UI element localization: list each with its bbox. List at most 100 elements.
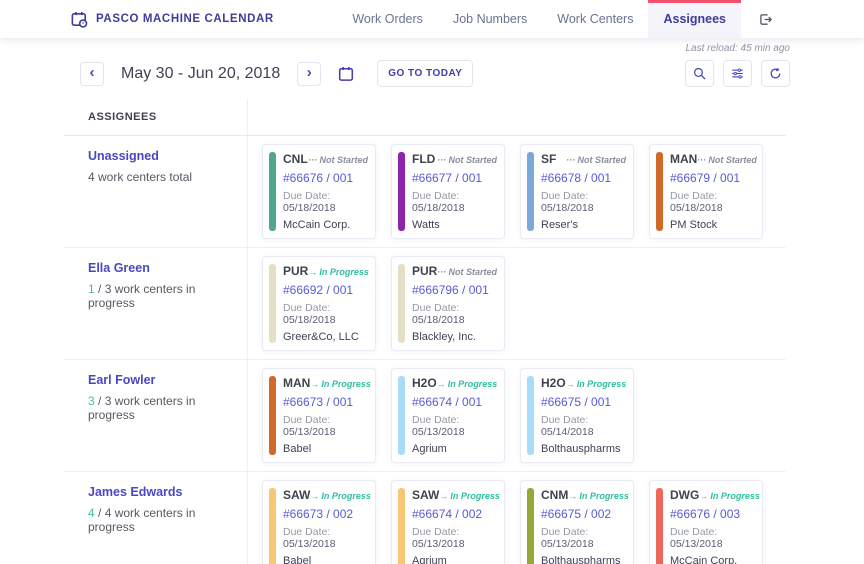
card-body: SAW →In Progress #66673 / 002 Due Date: … bbox=[283, 488, 368, 564]
card-color-bar bbox=[656, 488, 663, 564]
card-status: ···Not Started bbox=[437, 155, 497, 165]
job-number-link[interactable]: #66674 / 002 bbox=[412, 507, 497, 521]
job-number-link[interactable]: #66673 / 002 bbox=[283, 507, 368, 521]
company-name: McCain Corp. bbox=[283, 219, 368, 231]
prev-period-button[interactable]: ‹ bbox=[80, 62, 104, 86]
filter-button[interactable] bbox=[723, 60, 752, 87]
card-color-bar bbox=[269, 488, 276, 564]
tab-label: Assignees bbox=[663, 12, 726, 26]
assignee-name[interactable]: James Edwards bbox=[88, 485, 237, 499]
assignee-name[interactable]: Unassigned bbox=[88, 149, 237, 163]
grid-rows: Unassigned 4 work centers total CNL ···N… bbox=[64, 136, 786, 564]
assignee-cell: Earl Fowler 3 / 3 work centers in progre… bbox=[64, 360, 248, 471]
work-center-card[interactable]: H2O →In Progress #66674 / 001 Due Date: … bbox=[391, 368, 505, 463]
date-range-label: May 30 - Jun 20, 2018 bbox=[113, 65, 288, 83]
due-date-label: Due Date: bbox=[412, 526, 459, 538]
work-center-code: SF bbox=[541, 152, 556, 166]
app-title: PASCO MACHINE CALENDAR bbox=[96, 13, 274, 25]
card-color-bar bbox=[269, 152, 276, 231]
work-center-card[interactable]: MAN ···Not Started #66679 / 001 Due Date… bbox=[649, 144, 763, 239]
card-status: →In Progress bbox=[437, 379, 498, 389]
calendar-clock-logo-icon bbox=[70, 10, 89, 29]
due-date-value: 05/13/2018 bbox=[283, 538, 336, 550]
go-to-today-button[interactable]: GO TO TODAY bbox=[377, 60, 473, 87]
work-center-card[interactable]: CNM →In Progress #66675 / 002 Due Date: … bbox=[520, 480, 634, 564]
card-status: →In Progress bbox=[566, 379, 627, 389]
work-center-card[interactable]: SAW →In Progress #66673 / 002 Due Date: … bbox=[262, 480, 376, 564]
assignee-cell: Unassigned 4 work centers total bbox=[64, 136, 248, 247]
job-number-link[interactable]: #66673 / 001 bbox=[283, 395, 368, 409]
status-label: Not Started bbox=[448, 155, 497, 165]
work-center-card[interactable]: SAW →In Progress #66674 / 002 Due Date: … bbox=[391, 480, 505, 564]
work-center-code: CNM bbox=[541, 488, 568, 502]
work-center-card[interactable]: PUR →In Progress #66692 / 001 Due Date: … bbox=[262, 256, 376, 351]
work-center-code: MAN bbox=[283, 376, 310, 390]
work-center-card[interactable]: H2O →In Progress #66675 / 001 Due Date: … bbox=[520, 368, 634, 463]
job-number-link[interactable]: #66677 / 001 bbox=[412, 171, 497, 185]
job-number-link[interactable]: #66676 / 003 bbox=[670, 507, 755, 521]
work-center-card[interactable]: SF ···Not Started #66678 / 001 Due Date:… bbox=[520, 144, 634, 239]
tab-assignees[interactable]: Assignees bbox=[648, 0, 741, 38]
status-icon: ··· bbox=[308, 155, 317, 165]
status-label: In Progress bbox=[321, 491, 371, 501]
next-period-button[interactable]: › bbox=[297, 62, 321, 86]
work-center-card[interactable]: CNL ···Not Started #66676 / 001 Due Date… bbox=[262, 144, 376, 239]
due-date-label: Due Date: bbox=[541, 414, 588, 426]
due-date-value: 05/13/2018 bbox=[412, 538, 465, 550]
company-name: Watts bbox=[412, 219, 497, 231]
work-center-card[interactable]: PUR ···Not Started #666796 / 001 Due Dat… bbox=[391, 256, 505, 351]
tab-job-numbers[interactable]: Job Numbers bbox=[438, 0, 542, 38]
card-color-bar bbox=[398, 152, 405, 231]
due-date-line: Due Date: 05/18/2018 bbox=[670, 190, 755, 214]
work-center-card[interactable]: DWG →In Progress #66676 / 003 Due Date: … bbox=[649, 480, 763, 564]
assignee-subtitle: / 3 work centers in progress bbox=[88, 394, 195, 422]
card-body: H2O →In Progress #66674 / 001 Due Date: … bbox=[412, 376, 497, 455]
tab-work-centers[interactable]: Work Centers bbox=[542, 0, 648, 38]
work-center-card[interactable]: MAN →In Progress #66673 / 001 Due Date: … bbox=[262, 368, 376, 463]
job-number-link[interactable]: #66675 / 002 bbox=[541, 507, 626, 521]
due-date-value: 05/13/2018 bbox=[670, 538, 723, 550]
due-date-label: Due Date: bbox=[283, 414, 330, 426]
status-label: Not Started bbox=[319, 155, 368, 165]
card-body: SAW →In Progress #66674 / 002 Due Date: … bbox=[412, 488, 497, 564]
job-number-link[interactable]: #66676 / 001 bbox=[283, 171, 368, 185]
assignees-column-header: ASSIGNEES bbox=[64, 99, 248, 135]
due-date-line: Due Date: 05/18/2018 bbox=[283, 190, 368, 214]
job-number-link[interactable]: #66675 / 001 bbox=[541, 395, 626, 409]
job-number-link[interactable]: #666796 / 001 bbox=[412, 283, 497, 297]
job-number-link[interactable]: #66678 / 001 bbox=[541, 171, 626, 185]
assignee-name[interactable]: Ella Green bbox=[88, 261, 237, 275]
work-center-card[interactable]: FLD ···Not Started #66677 / 001 Due Date… bbox=[391, 144, 505, 239]
job-number-link[interactable]: #66692 / 001 bbox=[283, 283, 368, 297]
card-color-bar bbox=[398, 264, 405, 343]
reload-button[interactable] bbox=[761, 60, 790, 87]
assignee-progress-count: 4 bbox=[88, 506, 95, 520]
card-status: →In Progress bbox=[439, 491, 500, 501]
card-color-bar bbox=[527, 488, 534, 564]
work-center-code: DWG bbox=[670, 488, 699, 502]
due-date-line: Due Date: 05/18/2018 bbox=[283, 302, 368, 326]
company-name: Greer&Co, LLC bbox=[283, 331, 368, 343]
company-name: Babel bbox=[283, 555, 368, 564]
job-number-link[interactable]: #66679 / 001 bbox=[670, 171, 755, 185]
assignee-row: James Edwards 4 / 4 work centers in prog… bbox=[64, 472, 786, 564]
tab-label: Work Centers bbox=[557, 12, 633, 26]
search-button[interactable] bbox=[685, 60, 714, 87]
due-date-line: Due Date: 05/13/2018 bbox=[283, 526, 368, 550]
due-date-line: Due Date: 05/13/2018 bbox=[412, 414, 497, 438]
due-date-line: Due Date: 05/18/2018 bbox=[541, 190, 626, 214]
last-reload-text: Last reload: 45 min ago bbox=[80, 43, 790, 55]
status-label: In Progress bbox=[710, 491, 760, 501]
company-name: Bolthauspharms bbox=[541, 443, 626, 455]
card-body: PUR ···Not Started #666796 / 001 Due Dat… bbox=[412, 264, 497, 343]
open-datepicker-button[interactable] bbox=[334, 62, 358, 86]
status-icon: → bbox=[568, 491, 577, 501]
tab-work-orders[interactable]: Work Orders bbox=[337, 0, 438, 38]
due-date-label: Due Date: bbox=[412, 190, 459, 202]
card-body: FLD ···Not Started #66677 / 001 Due Date… bbox=[412, 152, 497, 231]
assignee-name[interactable]: Earl Fowler bbox=[88, 373, 237, 387]
job-number-link[interactable]: #66674 / 001 bbox=[412, 395, 497, 409]
status-label: Not Started bbox=[577, 155, 626, 165]
logout-button[interactable] bbox=[757, 0, 774, 38]
due-date-value: 05/18/2018 bbox=[283, 314, 336, 326]
